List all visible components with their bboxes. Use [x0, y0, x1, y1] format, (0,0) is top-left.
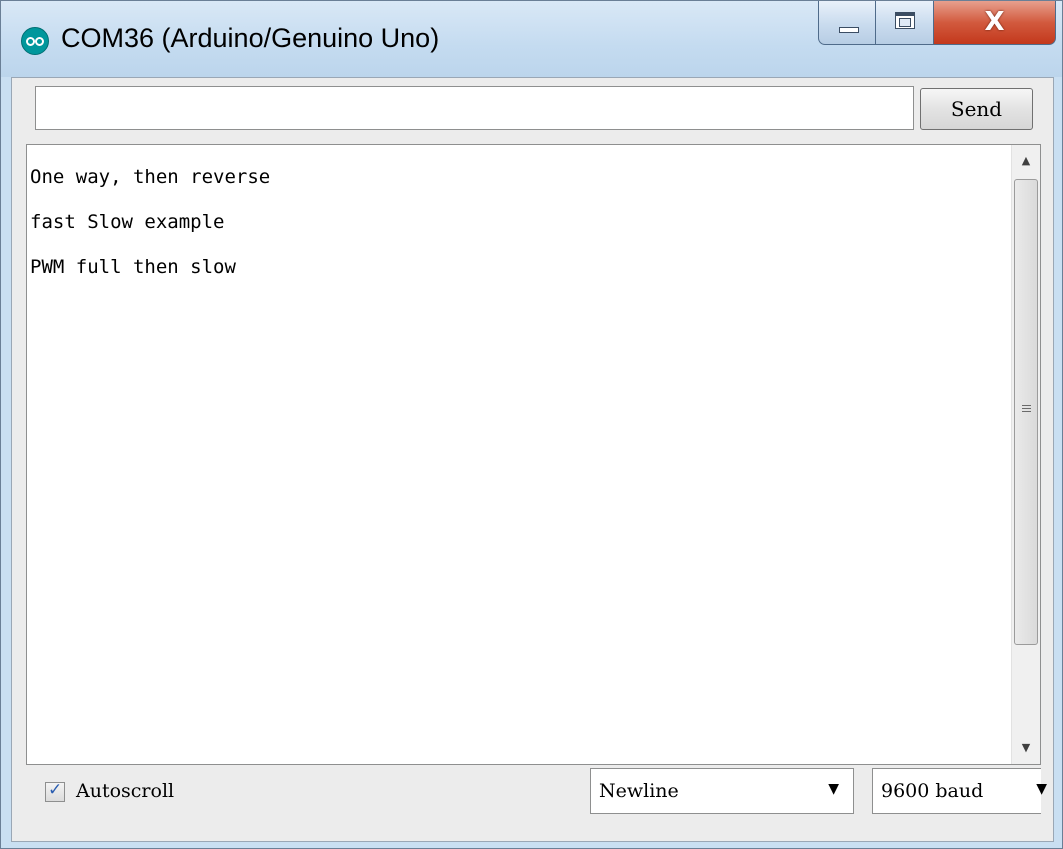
bottom-bar: ✓ Autoscroll Newline ▼ 9600 baud ▼ — [26, 766, 1047, 836]
caption-buttons: X — [818, 1, 1056, 47]
client-area: Send One way, then reverse fast Slow exa… — [11, 77, 1054, 842]
send-button[interactable]: Send — [920, 88, 1033, 130]
close-icon: X — [984, 7, 1005, 37]
window-title: COM36 (Arduino/Genuino Uno) — [61, 23, 440, 53]
scroll-down-icon[interactable]: ▼ — [1012, 734, 1040, 762]
minimize-button[interactable] — [818, 1, 876, 45]
maximize-button[interactable] — [876, 1, 934, 45]
output-text: One way, then reverse fast Slow example … — [30, 155, 1010, 290]
scroll-up-icon[interactable]: ▲ — [1012, 147, 1040, 175]
title-bar[interactable]: COM36 (Arduino/Genuino Uno) X — [1, 1, 1062, 77]
chevron-down-icon: ▼ — [1036, 781, 1047, 797]
output-line: One way, then reverse — [30, 166, 271, 188]
vertical-scrollbar[interactable]: ▲ ▼ — [1011, 145, 1040, 764]
line-ending-select[interactable]: Newline ▼ — [590, 768, 854, 814]
serial-monitor-window: COM36 (Arduino/Genuino Uno) X Send One w… — [0, 0, 1063, 849]
baud-rate-value: 9600 baud — [881, 780, 984, 802]
baud-rate-select[interactable]: 9600 baud ▼ — [872, 768, 1047, 814]
maximize-icon — [895, 12, 915, 29]
grip-icon — [1022, 405, 1031, 414]
serial-output: One way, then reverse fast Slow example … — [26, 144, 1041, 765]
scrollbar-thumb[interactable] — [1014, 179, 1038, 645]
serial-input[interactable] — [35, 86, 914, 130]
checkmark-icon: ✓ — [48, 780, 63, 800]
autoscroll-label[interactable]: Autoscroll — [76, 780, 174, 802]
minimize-icon — [839, 27, 859, 33]
output-line: fast Slow example — [30, 211, 225, 233]
line-ending-value: Newline — [599, 780, 679, 802]
close-button[interactable]: X — [934, 1, 1056, 45]
chevron-down-icon: ▼ — [828, 781, 839, 797]
arduino-logo-icon — [21, 27, 49, 55]
output-line: PWM full then slow — [30, 256, 236, 278]
autoscroll-checkbox[interactable]: ✓ — [45, 780, 65, 802]
